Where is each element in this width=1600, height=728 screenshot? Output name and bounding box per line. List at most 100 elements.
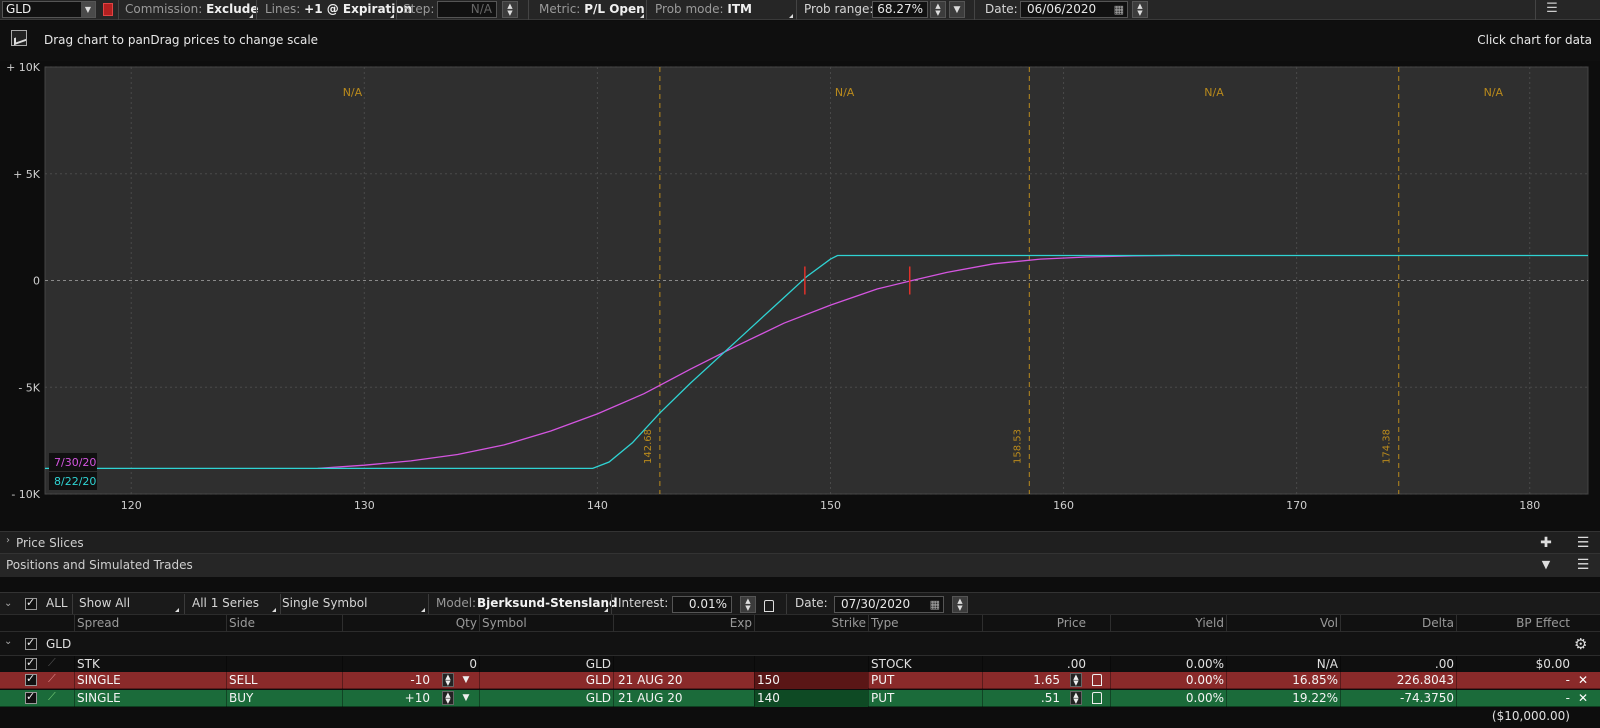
column-header-exp[interactable]: Exp	[613, 615, 754, 633]
symbol-value: GLD	[6, 2, 32, 16]
add-slice-icon[interactable]: ✚	[1537, 535, 1555, 551]
column-header-qty[interactable]: Qty	[342, 615, 479, 633]
x-tick-label: 140	[587, 499, 608, 512]
close-icon[interactable]: ✕	[1576, 672, 1590, 688]
cell-exp[interactable]: 21 AUG 20	[613, 672, 754, 689]
column-header-delta[interactable]: Delta	[1340, 615, 1456, 633]
chevron-down-icon[interactable]: ⌄	[4, 593, 12, 615]
sim-date-spinner-icon[interactable]: ▲ ▼	[952, 596, 968, 613]
chevron-down-icon[interactable]: ⌄	[4, 636, 12, 647]
commission-selector[interactable]: Commission: Exclude	[125, 0, 259, 20]
price-spinner-icon[interactable]: ▲ ▼	[1070, 691, 1082, 705]
prob-range-spinner-icon[interactable]: ▲ ▼	[930, 1, 946, 18]
row-checkbox[interactable]	[25, 690, 37, 704]
calendar-icon[interactable]: ▦	[1114, 2, 1124, 17]
menu-icon[interactable]: ☰	[1574, 535, 1592, 551]
cell-type[interactable]: PUT	[868, 672, 982, 689]
cell-spread[interactable]: SINGLE	[74, 690, 226, 707]
risk-profile-chart[interactable]: + 10K + 5K 0 - 5K - 10K 120 130 140 150 160 170 180…	[0, 61, 1600, 531]
lock-icon[interactable]	[1092, 692, 1102, 704]
gear-icon[interactable]: ⚙	[1574, 635, 1587, 653]
cell-vol: N/A	[1226, 656, 1340, 673]
cell-symbol: GLD	[479, 672, 613, 689]
cell-strike[interactable]: 140	[754, 690, 868, 707]
column-header-symbol[interactable]: Symbol	[479, 615, 613, 633]
cell-spread[interactable]: SINGLE	[74, 672, 226, 689]
model-selector[interactable]: Bjerksund-Stensland	[477, 593, 618, 615]
probability-marker-label: 174.38	[1382, 429, 1393, 464]
select-all-checkbox[interactable]	[25, 596, 37, 610]
calendar-icon[interactable]: ▦	[930, 597, 940, 612]
symbol-mode-filter[interactable]: Single Symbol	[282, 593, 367, 615]
table-row[interactable]: ⟋ SINGLE SELL -10 ▲▼ ▼ GLD 21 AUG 20 150…	[0, 672, 1600, 689]
cell-type[interactable]: PUT	[868, 690, 982, 707]
price-slices-bar[interactable]: › Price Slices ✚ ☰	[0, 531, 1600, 553]
price-slices-title: Price Slices	[16, 536, 84, 550]
y-tick-label: - 5K	[18, 381, 40, 394]
color-swatch-icon[interactable]	[103, 3, 113, 16]
table-row[interactable]: ⟋ STK 0 GLD STOCK .00 0.00% N/A .00 $0.0…	[0, 656, 1600, 673]
column-header-type[interactable]: Type	[868, 615, 982, 633]
positions-table-header: Spread Side Qty Symbol Exp Strike Type P…	[0, 614, 1600, 633]
cell-price[interactable]: .51	[982, 690, 1062, 707]
close-icon[interactable]: ✕	[1576, 690, 1590, 706]
chevron-down-icon[interactable]: ▼	[81, 2, 95, 17]
series-filter[interactable]: All 1 Series	[192, 593, 259, 615]
plot-area	[44, 66, 1589, 495]
step-spinner-icon[interactable]: ▲ ▼	[502, 1, 518, 18]
prob-range-input[interactable]: 68.27%	[872, 1, 928, 18]
position-group-row[interactable]: ⌄ GLD ⚙	[0, 632, 1600, 656]
sim-date-input[interactable]: 07/30/2020 ▦	[834, 596, 944, 613]
column-header-price[interactable]: Price	[982, 615, 1088, 633]
chevron-down-icon[interactable]: ▼	[460, 673, 472, 687]
probability-band-label: N/A	[835, 86, 855, 99]
metric-selector[interactable]: Metric: P/L Open	[539, 0, 645, 20]
symbol-selector[interactable]: GLD ▼	[2, 1, 96, 18]
cell-qty[interactable]: +10	[342, 690, 432, 707]
column-header-yield[interactable]: Yield	[1110, 615, 1226, 633]
lock-icon[interactable]	[1092, 674, 1102, 686]
cell-yield: 0.00%	[1110, 690, 1226, 707]
cell-side[interactable]: BUY	[226, 690, 342, 707]
prob-mode-selector[interactable]: Prob mode: ITM	[655, 0, 752, 20]
table-row[interactable]: ⟋ SINGLE BUY +10 ▲▼ ▼ GLD 21 AUG 20 140 …	[0, 690, 1600, 707]
divider	[786, 594, 787, 614]
column-header-strike[interactable]: Strike	[754, 615, 868, 633]
step-input[interactable]: N/A	[437, 1, 497, 18]
metric-label: Metric:	[539, 2, 581, 16]
chevron-down-icon[interactable]: ▼	[949, 1, 965, 18]
column-header-spread[interactable]: Spread	[74, 615, 226, 633]
menu-icon[interactable]: ☰	[1574, 557, 1592, 573]
date-input[interactable]: 06/06/2020 ▦	[1020, 1, 1128, 18]
chevron-down-icon[interactable]: ▼	[460, 691, 472, 705]
chart-settings-icon[interactable]	[11, 30, 27, 46]
column-header-bp-effect[interactable]: BP Effect	[1456, 615, 1572, 633]
qty-spinner-icon[interactable]: ▲ ▼	[442, 691, 454, 705]
cell-qty[interactable]: -10	[342, 672, 432, 689]
lock-icon[interactable]	[764, 600, 774, 612]
group-checkbox[interactable]	[25, 636, 37, 650]
price-spinner-icon[interactable]: ▲ ▼	[1070, 673, 1082, 687]
interest-spinner-icon[interactable]: ▲ ▼	[740, 596, 756, 613]
row-chart-icon: ⟋	[48, 690, 56, 703]
qty-spinner-icon[interactable]: ▲ ▼	[442, 673, 454, 687]
cell-exp[interactable]: 21 AUG 20	[613, 690, 754, 707]
cell-strike[interactable]: 150	[754, 672, 868, 689]
date-spinner-icon[interactable]: ▲ ▼	[1132, 1, 1148, 18]
chart-hint-bar: Drag chart to panDrag prices to change s…	[0, 21, 1600, 61]
chart-canvas[interactable]: + 10K + 5K 0 - 5K - 10K 120 130 140 150 160 170 180…	[0, 61, 1600, 531]
column-header-side[interactable]: Side	[226, 615, 342, 633]
model-label: Model:	[436, 596, 477, 610]
sim-date-label: Date:	[795, 596, 828, 610]
cell-side[interactable]: SELL	[226, 672, 342, 689]
collapse-icon[interactable]: ▼	[1537, 557, 1555, 573]
group-symbol: GLD	[46, 637, 72, 651]
interest-input[interactable]: 0.01%	[672, 596, 732, 613]
chevron-right-icon[interactable]: ›	[6, 535, 10, 546]
show-filter[interactable]: Show All	[79, 593, 130, 615]
column-header-vol[interactable]: Vol	[1226, 615, 1340, 633]
menu-icon[interactable]: ☰	[1544, 2, 1560, 16]
cell-price[interactable]: 1.65	[982, 672, 1062, 689]
row-checkbox[interactable]	[25, 672, 37, 686]
row-checkbox[interactable]	[25, 656, 37, 670]
